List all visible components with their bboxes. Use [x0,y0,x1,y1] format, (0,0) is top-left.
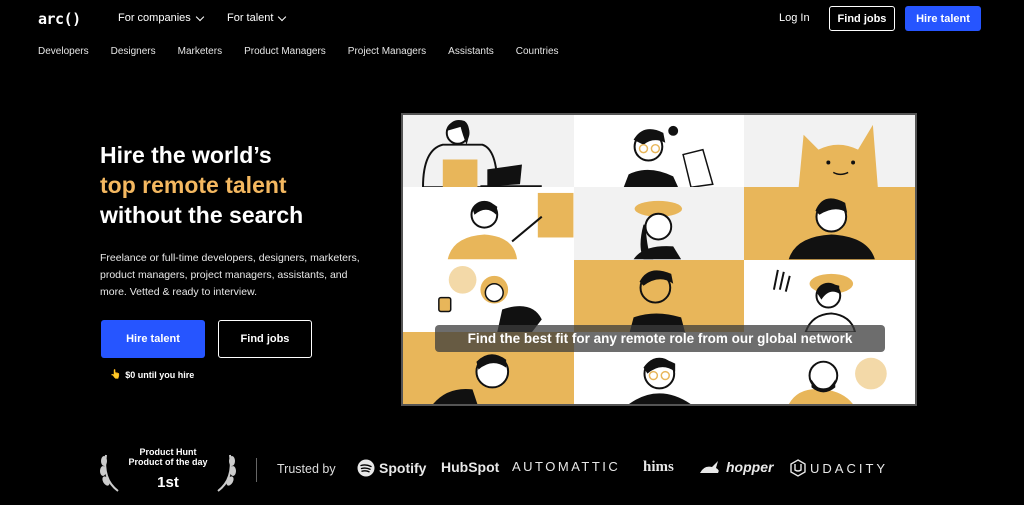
smiling-man-illustration [789,198,876,260]
subnav-developers[interactable]: Developers [38,46,89,57]
udacity-wordmark: UDACITY [810,460,889,476]
cat-illustration [798,124,879,188]
pointing-hand-icon: 👆 [110,369,122,379]
hero-line-1: Hire the world’s [100,142,272,168]
subnav-countries[interactable]: Countries [516,46,559,57]
subnav-assistants[interactable]: Assistants [448,46,494,57]
chevron-down-icon [195,12,205,21]
for-talent-dropdown[interactable]: For talent [227,12,287,24]
subnav-designers[interactable]: Designers [111,46,156,57]
subnav-project-managers[interactable]: Project Managers [348,46,426,57]
hire-talent-nav-button[interactable]: Hire talent [905,6,981,31]
category-nav: Developers Designers Marketers Product M… [38,46,559,57]
divider [256,458,257,482]
find-jobs-nav-button[interactable]: Find jobs [829,6,895,31]
video-caption: Find the best fit for any remote role fr… [435,325,885,352]
person-scarf-illustration [629,269,685,332]
login-link[interactable]: Log In [779,12,810,24]
illustration-tile [573,259,745,332]
person-coffee-illustration [438,265,542,332]
illustration-tile [403,259,574,332]
top-navbar: arc() For companies For talent Log In Fi… [0,0,1024,36]
spotify-wordmark: Spotify [379,460,427,476]
person-waving-illustration [773,269,857,332]
chevron-down-icon [278,12,287,21]
person-laptop-illustration [422,120,542,188]
illustration-tile [744,115,915,188]
person-hat-illustration [633,201,682,260]
trusted-by-label: Trusted by [277,462,336,476]
udacity-icon [790,459,806,477]
for-companies-label: For companies [118,12,191,24]
hero-title: Hire the world’s top remote talent witho… [100,140,303,230]
bunny-icon [700,461,719,473]
hero-line-3: without the search [100,202,304,228]
illustration-tile [573,187,745,260]
automattic-logo: AUTOMATTIC [512,459,621,474]
illustration-tile [403,187,574,260]
illustration-tile [403,115,574,188]
award-line-2: Product of the day [128,457,208,467]
hims-logo: hims [643,459,674,475]
spotify-icon [357,459,375,477]
for-talent-label: For talent [227,12,274,24]
illustration-tile [744,187,915,260]
arc-logo[interactable]: arc() [38,10,81,28]
hopper-wordmark: hopper [726,459,774,475]
illustration-tile [573,115,745,188]
subnav-marketers[interactable]: Marketers [178,46,222,57]
for-companies-dropdown[interactable]: For companies [118,12,205,24]
find-jobs-button[interactable]: Find jobs [218,320,312,358]
udacity-logo: UDACITY [790,459,888,477]
pricing-note-text: $0 until you hire [125,369,195,380]
person-presenting-illustration [447,193,574,260]
hopper-logo: hopper [698,459,773,475]
award-rank: 1st [157,474,179,491]
illustration-tile [744,259,915,332]
pricing-note: 👆 $0 until you hire [110,369,194,380]
person-document-illustration [623,125,714,188]
hero-description: Freelance or full-time developers, desig… [100,252,360,298]
hire-talent-button[interactable]: Hire talent [101,320,205,358]
award-line-1: Product Hunt [139,447,197,457]
product-hunt-award: Product Hunt Product of the day 1st [98,447,238,493]
talent-illustration-grid [401,113,917,406]
spotify-logo: Spotify [357,459,426,477]
hero-line-2: top remote talent [100,172,287,198]
hubspot-logo: HubSpot [441,459,500,475]
subnav-product-managers[interactable]: Product Managers [244,46,326,57]
award-text: Product Hunt Product of the day [98,447,238,467]
